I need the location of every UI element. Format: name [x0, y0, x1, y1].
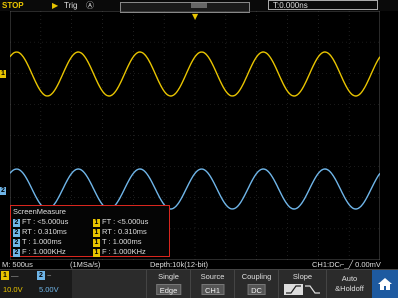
run-status[interactable]: STOP: [2, 0, 24, 11]
trigger-slope-button[interactable]: Slope: [278, 270, 326, 298]
trigger-marker-icon: ▶: [52, 1, 59, 10]
timebase[interactable]: M: 500us: [2, 260, 33, 269]
measure-panel: ScreenMeasure 2 FT : <5.000us 1 FT : <5.00…: [10, 205, 170, 257]
trigger-source-button[interactable]: Source CH1: [190, 270, 234, 298]
ch2-volts: 5.00V: [39, 285, 59, 294]
ch2-scale[interactable]: 2 ~ 5.00V: [36, 270, 72, 298]
measure-title: ScreenMeasure: [13, 207, 66, 216]
ch1-level-marker[interactable]: 1: [0, 70, 6, 78]
measure-cell: 2 RT : 0.310ms: [13, 227, 67, 237]
trigger-coupling-button[interactable]: Coupling DC: [234, 270, 278, 298]
ch2-level-marker[interactable]: 2: [0, 187, 6, 195]
time-offset: T:0.000ns: [273, 1, 308, 10]
bottom-menu-bar: 1 — 10.0V 2 ~ 5.00V Single Edge Source C…: [0, 269, 398, 298]
trigger-position-icon: ▼: [192, 12, 199, 21]
trigger-type-button[interactable]: Single Edge: [146, 270, 190, 298]
measure-cell: 2 FT : <5.000us: [13, 217, 69, 227]
measure-cell: 1 RT : 0.310ms: [93, 227, 147, 237]
memory-window: [191, 3, 207, 8]
auto-holdoff-button[interactable]: Auto &Holdoff: [326, 270, 372, 298]
measure-cell: 1 FT : <5.000us: [93, 217, 149, 227]
ch1-scale[interactable]: 1 — 10.0V: [0, 270, 36, 298]
trigger-info: CH1:DC⌐_╱ 0.00mV: [312, 260, 381, 269]
measure-cell: 1F : 1.000KHz: [93, 247, 146, 257]
measure-cell: 1T : 1.000ms: [93, 237, 142, 247]
ch1-waveform: [10, 51, 380, 97]
home-icon: [378, 278, 392, 290]
sample-rate: (1MSa/s): [70, 260, 101, 269]
record-depth: Depth:10k(12-bit): [150, 260, 208, 269]
trigger-mode-icon: Ⓐ: [86, 1, 94, 10]
acquisition-status-bar: M: 500us (1MSa/s) Depth:10k(12-bit) CH1:…: [0, 260, 398, 269]
measure-cell: 2T : 1.000ms: [13, 237, 62, 247]
trigger-status-label: Trig: [64, 1, 78, 10]
home-button[interactable]: [372, 270, 398, 298]
top-status-bar: STOP ▶ Trig Ⓐ T:0.000ns: [0, 0, 398, 13]
ch1-volts: 10.0V: [3, 285, 23, 294]
slope-icon: [284, 284, 320, 295]
measure-cell: 2F : 1.000KHz: [13, 247, 66, 257]
